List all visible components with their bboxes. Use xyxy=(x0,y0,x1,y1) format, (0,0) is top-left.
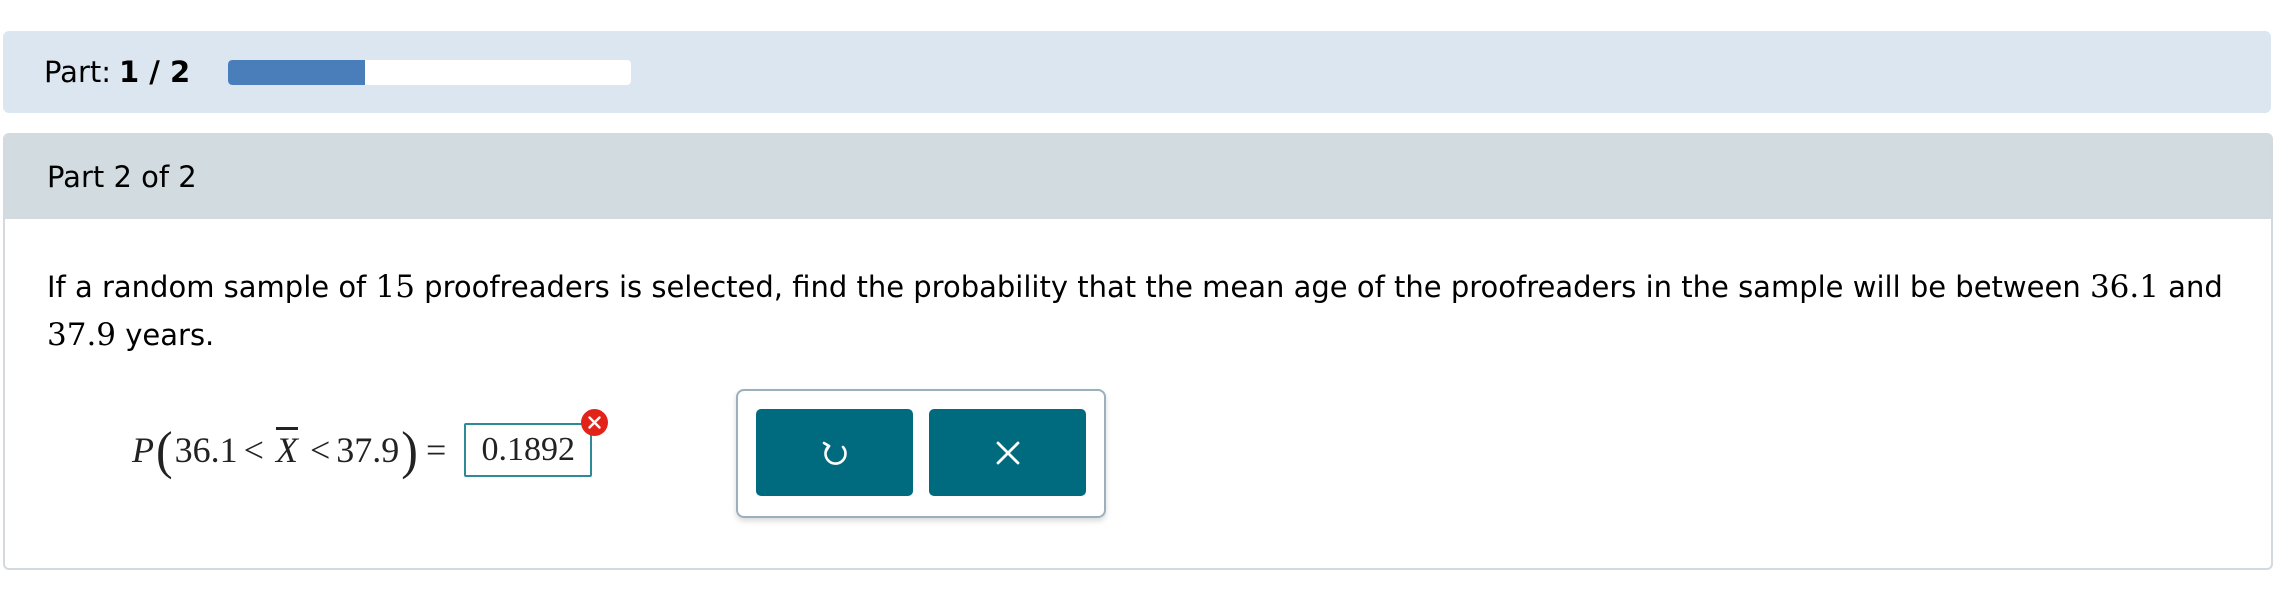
incorrect-icon xyxy=(581,409,609,436)
question-segment: years. xyxy=(116,318,215,352)
clear-button[interactable] xyxy=(929,409,1086,496)
part-progress-bar: Part: 1 / 2 xyxy=(3,31,2271,113)
question-segment: If a random sample of xyxy=(47,270,376,304)
close-paren: ) xyxy=(401,420,418,480)
action-panel xyxy=(736,389,1106,518)
lower-bound: 36.1 xyxy=(2089,269,2159,305)
prob-symbol: P xyxy=(132,430,154,470)
equals-sign: = xyxy=(425,430,447,470)
answer-input[interactable]: 0.1892 xyxy=(464,423,593,477)
part-indicator: Part: 1 / 2 xyxy=(44,55,190,89)
part-title: Part 2 of 2 xyxy=(47,160,197,194)
less-than-sign: < xyxy=(309,430,331,470)
expr-lower: 36.1 xyxy=(174,430,238,470)
probability-expression: P ( 36.1 < X < 37.9 ) = 0.1892 xyxy=(132,409,609,480)
sample-size: 15 xyxy=(375,269,415,305)
part-prefix: Part: xyxy=(44,55,112,89)
question-card: Part 2 of 2 If a random sample of 15 pro… xyxy=(3,133,2273,570)
upper-bound: 37.9 xyxy=(47,317,117,353)
less-than-sign: < xyxy=(243,430,264,470)
question-segment: and xyxy=(2158,270,2223,304)
expr-upper: 37.9 xyxy=(336,430,400,470)
open-paren: ( xyxy=(156,420,173,480)
undo-button[interactable] xyxy=(756,409,913,496)
sample-mean-symbol: X xyxy=(275,430,298,470)
page: Part: 1 / 2 Part 2 of 2 If a random sampl… xyxy=(0,0,2279,603)
progress-fill xyxy=(228,59,366,85)
progress-track xyxy=(228,59,632,85)
answer-wrapper: 0.1892 xyxy=(464,409,609,477)
question-segment: proofreaders is selected, find the proba… xyxy=(414,270,2090,304)
close-icon xyxy=(996,441,1019,464)
question-text: If a random sample of 15 proofreaders is… xyxy=(47,263,2227,359)
undo-icon xyxy=(822,441,847,465)
card-header: Part 2 of 2 xyxy=(5,135,2271,219)
part-number: 1 / 2 xyxy=(119,55,191,89)
